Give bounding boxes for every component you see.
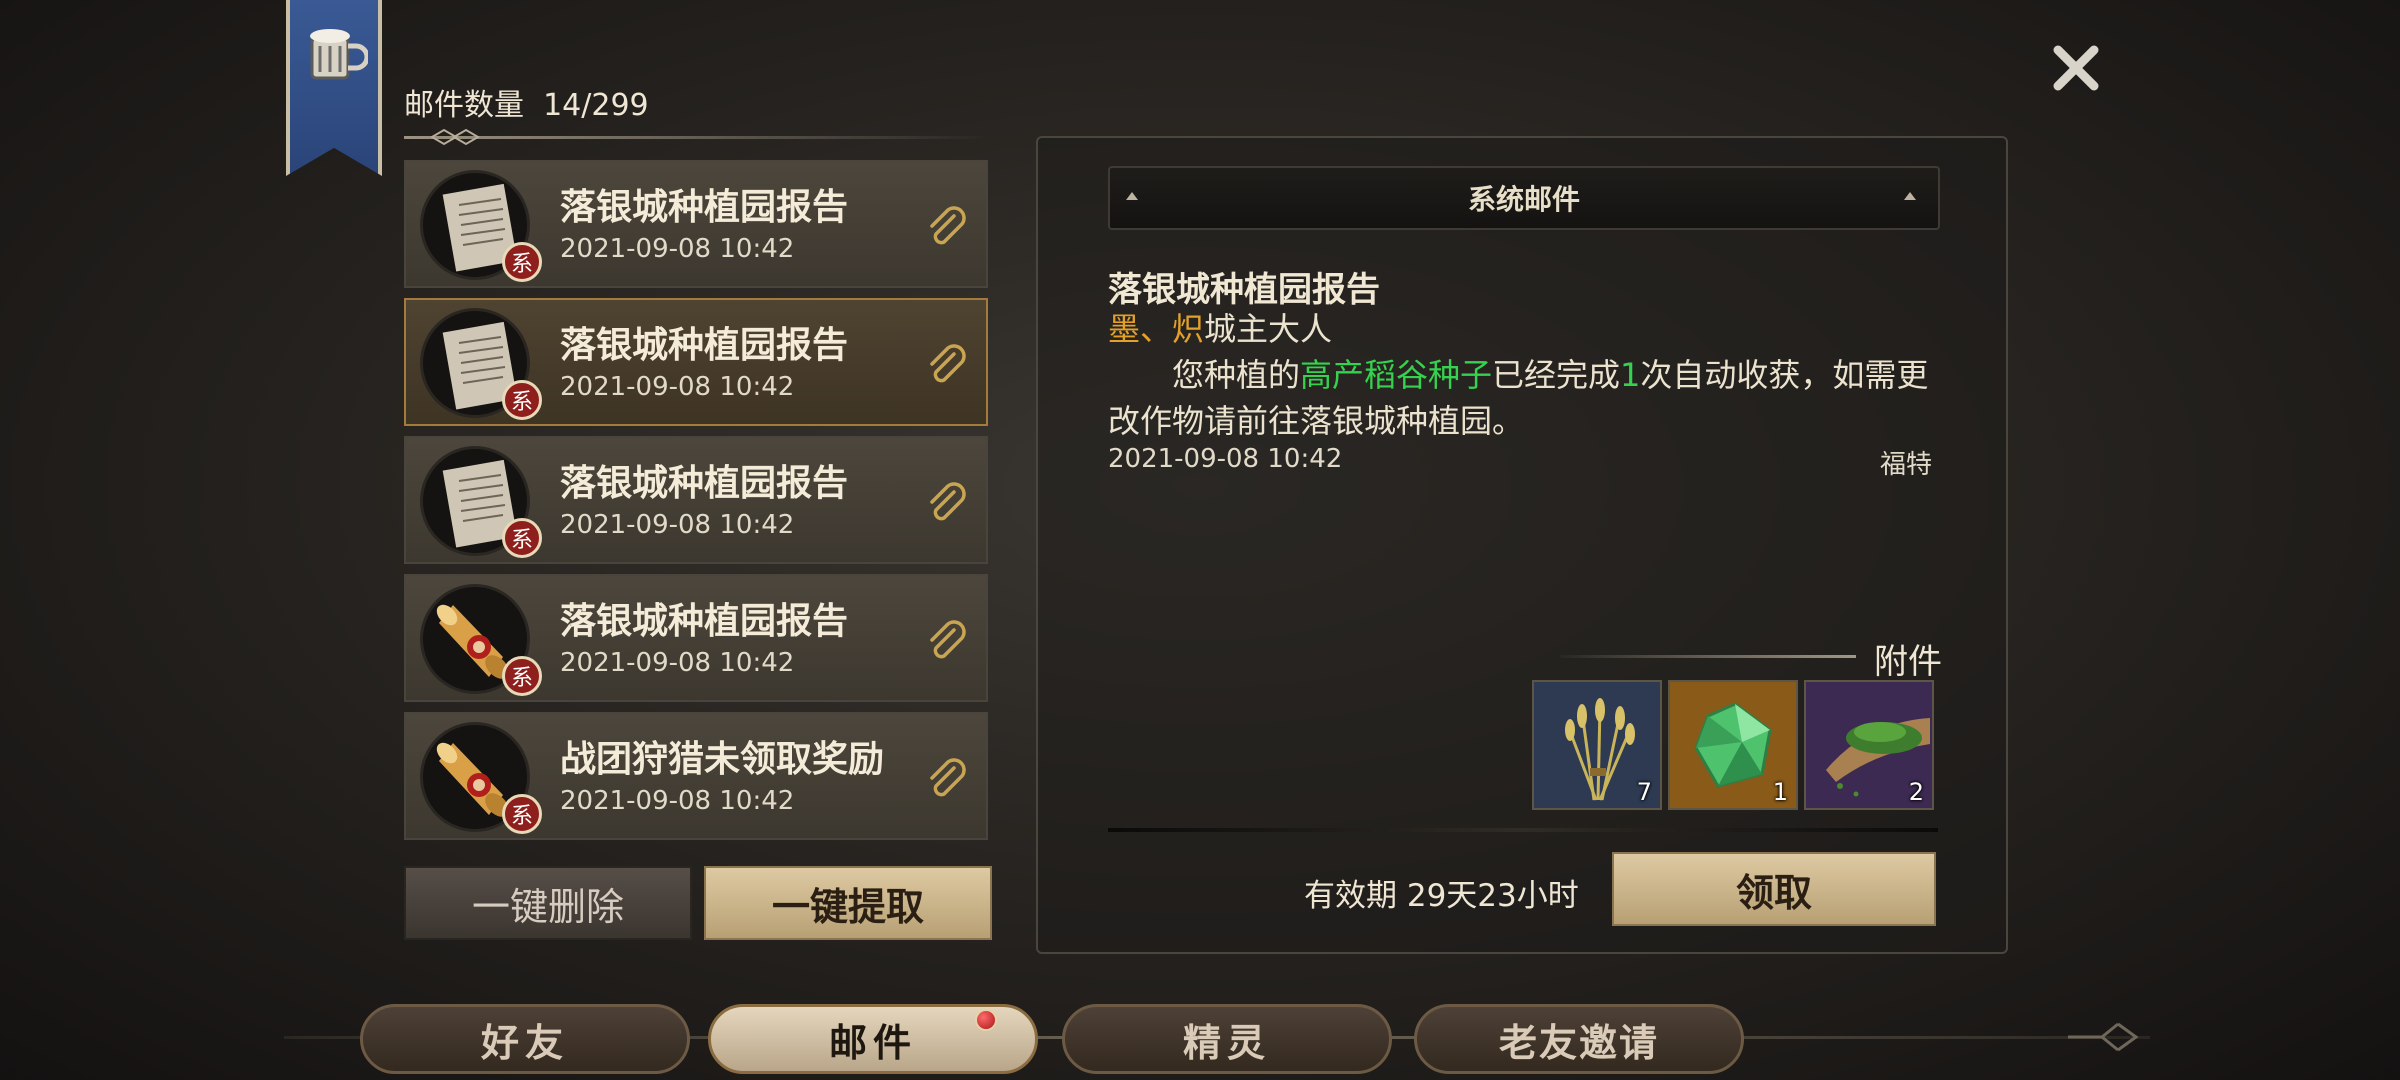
- recipient-name: 墨、炽: [1108, 310, 1205, 348]
- attachment-item[interactable]: 1: [1668, 680, 1798, 810]
- arrow-ornament-icon: [2068, 1022, 2139, 1052]
- attachment-qty: 2: [1908, 778, 1924, 806]
- expiry-value: 29天23小时: [1406, 878, 1579, 914]
- mail-date: 2021-09-08 10:42: [560, 372, 795, 402]
- mail-title: 落银城种植园报告: [560, 600, 849, 642]
- paperclip-icon: [930, 620, 966, 659]
- detail-title: 落银城种植园报告: [1108, 270, 1380, 310]
- mug-icon: [310, 29, 368, 80]
- system-badge: 系: [502, 656, 542, 696]
- divider: [404, 136, 984, 139]
- paperclip-icon: [930, 344, 966, 383]
- divider: [1108, 828, 1938, 832]
- delete-all-button[interactable]: 一键删除: [404, 866, 692, 940]
- attachment-item[interactable]: 2: [1804, 680, 1934, 810]
- paperclip-icon: [930, 758, 966, 797]
- mail-list-item[interactable]: 系 战团狩猎未领取奖励 2021-09-08 10:42: [404, 712, 988, 840]
- mail-list-item[interactable]: 系 落银城种植园报告 2021-09-08 10:42: [404, 574, 988, 702]
- notification-dot: [975, 1009, 997, 1031]
- tab-label: 邮件: [828, 1019, 917, 1065]
- recipient-line: 墨、炽城主大人: [1108, 306, 1938, 352]
- system-badge: 系: [502, 794, 542, 834]
- system-badge: 系: [502, 380, 542, 420]
- message-text: 您种植的高产稻谷种子已经完成1次自动收获，如需更改作物请前往落银城种植园。: [1108, 352, 1938, 444]
- mail-date: 2021-09-08 10:42: [560, 234, 795, 264]
- mail-list-item[interactable]: 系 落银城种植园报告 2021-09-08 10:42: [404, 436, 988, 564]
- mail-list-item[interactable]: 系 落银城种植园报告 2021-09-08 10:42: [404, 298, 988, 426]
- attachment-qty: 1: [1772, 778, 1788, 806]
- arrow-ornament-icon: [1904, 192, 1916, 200]
- paperclip-icon: [930, 482, 966, 521]
- body-text: 已经完成: [1492, 356, 1621, 394]
- tab-friends[interactable]: 好友: [360, 1004, 690, 1074]
- mail-title: 落银城种植园报告: [560, 186, 849, 228]
- tab-mail[interactable]: 邮件: [708, 1004, 1038, 1074]
- ornament-icon: [430, 128, 480, 146]
- recipient-suffix: 城主大人: [1204, 310, 1333, 348]
- tab-label: 老友邀请: [1498, 1019, 1659, 1065]
- expiry-label: 有效期: [1304, 878, 1397, 914]
- detail-header: 系统邮件: [1108, 166, 1940, 230]
- harvest-count: 1: [1620, 356, 1641, 394]
- mail-date: 2021-09-08 10:42: [560, 510, 795, 540]
- mail-count-value: 14/299: [543, 88, 649, 123]
- expiry-info: 有效期 29天23小时: [1304, 870, 1579, 915]
- paperclip-icon: [930, 206, 966, 245]
- mail-list[interactable]: 系 落银城种植园报告 2021-09-08 10:42 系 落银城种植园报告 2…: [404, 160, 988, 852]
- detail-body: 墨、炽城主大人 您种植的高产稻谷种子已经完成1次自动收获，如需更改作物请前往落银…: [1108, 306, 1938, 444]
- attachment-qty: 7: [1636, 778, 1652, 806]
- mail-date: 2021-09-08 10:42: [560, 786, 795, 816]
- close-icon[interactable]: [2048, 40, 2104, 96]
- tab-spirit[interactable]: 精灵: [1062, 1004, 1392, 1074]
- divider: [1560, 655, 1856, 658]
- attachments-label: 附件: [1874, 642, 1942, 682]
- crop-name: 高产稻谷种子: [1300, 356, 1493, 394]
- arrow-ornament-icon: [1126, 192, 1138, 200]
- mail-title: 落银城种植园报告: [560, 462, 849, 504]
- detail-sender: 福特: [1880, 450, 1933, 480]
- mail-title: 战团狩猎未领取奖励: [560, 738, 885, 780]
- mail-date: 2021-09-08 10:42: [560, 648, 795, 678]
- mail-title: 落银城种植园报告: [560, 324, 849, 366]
- collect-all-button[interactable]: 一键提取: [704, 866, 992, 940]
- system-badge: 系: [502, 242, 542, 282]
- mail-list-item[interactable]: 系 落银城种植园报告 2021-09-08 10:42: [404, 160, 988, 288]
- tab-invite-friends[interactable]: 老友邀请: [1414, 1004, 1744, 1074]
- detail-date: 2021-09-08 10:42: [1108, 444, 1343, 474]
- attachment-item[interactable]: 7: [1532, 680, 1662, 810]
- body-text: 您种植的: [1172, 356, 1301, 394]
- tab-label: 好友: [480, 1019, 569, 1065]
- tab-label: 精灵: [1182, 1019, 1271, 1065]
- system-badge: 系: [502, 518, 542, 558]
- mail-count-label: 邮件数量: [404, 88, 524, 123]
- mail-count: 邮件数量 14/299: [404, 80, 649, 124]
- claim-button[interactable]: 领取: [1612, 852, 1936, 926]
